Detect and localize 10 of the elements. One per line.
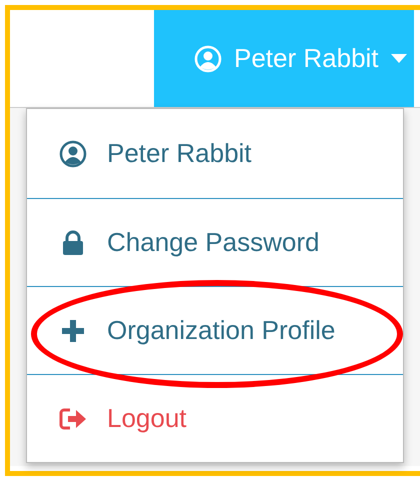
logout-icon xyxy=(59,406,87,430)
menu-item[interactable]: Change Password xyxy=(27,198,403,286)
user-icon xyxy=(194,44,222,72)
menu-item[interactable]: Peter Rabbit xyxy=(27,109,403,198)
lock-icon xyxy=(62,230,84,256)
plus-icon xyxy=(61,318,85,342)
caret-icon xyxy=(390,54,407,63)
menu-item[interactable]: Organization Profile xyxy=(27,286,403,374)
menu-item[interactable]: Logout xyxy=(27,374,403,462)
user-icon xyxy=(59,140,87,168)
